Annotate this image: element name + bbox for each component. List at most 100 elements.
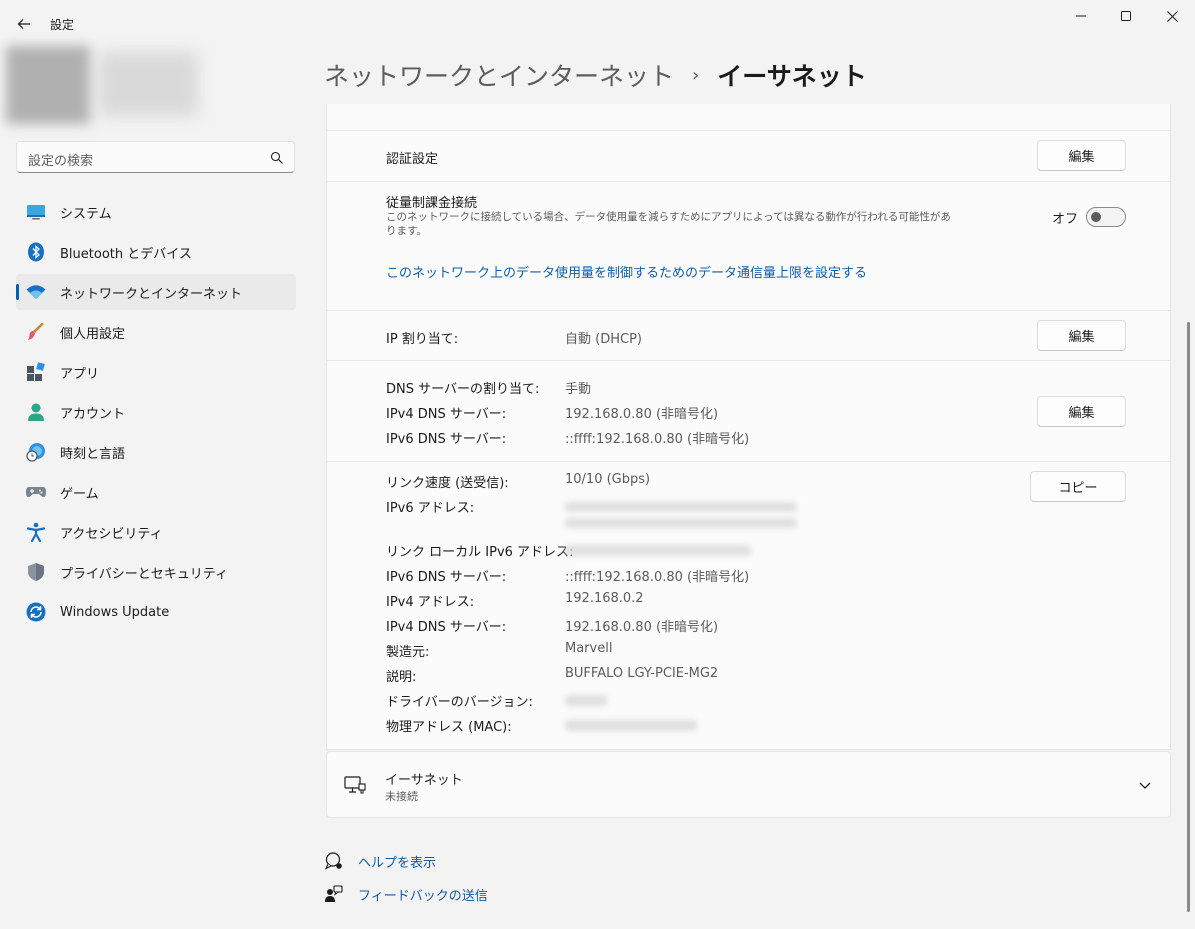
ethernet-properties-panel: 認証設定 編集 従量制課金接続 このネットワークに接続している場合、データ使用量… [326,104,1171,750]
sidebar-item-privacy[interactable]: プライバシーとセキュリティ [16,554,296,590]
metered-toggle[interactable] [1086,207,1126,227]
system-icon [25,201,47,223]
sidebar-item-label: プライバシーとセキュリティ [60,566,228,582]
divider [327,130,1170,131]
breadcrumb: ネットワークとインターネット › イーサネット [324,58,867,92]
update-icon [25,601,47,623]
sidebar-item-windows-update[interactable]: Windows Update [16,594,296,630]
ip-edit-button[interactable]: 編集 [1037,320,1126,351]
sidebar-item-time-language[interactable]: 時刻と言語 [16,434,296,470]
sidebar-item-label: ゲーム [60,486,99,502]
sidebar-item-accounts[interactable]: アカウント [16,394,296,430]
prop-ipv6-dns-value: ::ffff:192.168.0.80 (非暗号化) [565,570,750,585]
ip-assignment-label: IP 割り当て: [386,332,459,347]
sidebar-item-accessibility[interactable]: アクセシビリティ [16,514,296,550]
manufacturer-value: Marvell [565,641,613,656]
metered-state-label: オフ [1052,212,1079,227]
prop-ipv4-dns-value: 192.168.0.80 (非暗号化) [565,620,719,635]
ipv4-address-value: 192.168.0.2 [565,591,644,606]
divider [327,310,1170,311]
dns-edit-button[interactable]: 編集 [1037,396,1126,427]
search-placeholder: 設定の検索 [28,154,94,169]
sidebar-item-label: アクセシビリティ [60,526,163,542]
profile-name-blurred [98,52,198,116]
page-title: イーサネット [717,62,867,91]
mac-address-blurred [565,720,697,731]
manufacturer-label: 製造元: [386,645,430,660]
description-label: 説明: [386,670,417,685]
ethernet-adapter-status: 未接続 [385,790,418,803]
sidebar-item-apps[interactable]: アプリ [16,354,296,390]
description-value: BUFFALO LGY-PCIE-MG2 [565,666,719,681]
auth-edit-button[interactable]: 編集 [1037,140,1126,171]
sidebar-item-label: ネットワークとインターネット [60,286,243,302]
back-arrow-icon [17,19,30,29]
breadcrumb-parent[interactable]: ネットワークとインターネット [324,57,674,93]
sidebar-item-label: システム [60,206,112,222]
feedback-link[interactable]: フィードバックの送信 [324,883,488,905]
dns-assignment-value: 手動 [565,382,592,397]
sidebar-item-label: アプリ [60,366,100,382]
sidebar-item-label: Bluetooth とデバイス [60,246,192,262]
brush-icon [25,321,47,343]
sidebar-item-personalization[interactable]: 個人用設定 [16,314,296,350]
ethernet-adapter-card[interactable]: イーサネット 未接続 [326,751,1171,818]
link-local-ipv6-blurred [565,545,751,556]
help-link-label: ヘルプを表示 [358,855,437,871]
user-profile[interactable] [6,42,206,126]
auth-settings-label: 認証設定 [386,152,439,167]
link-speed-label: リンク速度 (送受信): [386,476,509,491]
data-limit-link[interactable]: このネットワーク上のデータ使用量を制御するためのデータ通信量上限を設定する [386,262,867,281]
sidebar-item-system[interactable]: システム [16,194,296,230]
title-bar: 設定 [0,0,1195,48]
sidebar-item-gaming[interactable]: ゲーム [16,474,296,510]
maximize-button[interactable] [1103,0,1149,32]
driver-version-label: ドライバーのバージョン: [386,695,533,710]
time-language-icon [25,441,47,463]
close-button[interactable] [1149,0,1195,32]
sidebar-item-bluetooth[interactable]: Bluetooth とデバイス [16,234,296,270]
divider [327,461,1170,462]
sidebar-item-label: Windows Update [60,604,170,620]
prop-ipv6-dns-label: IPv6 DNS サーバー: [386,570,507,585]
minimize-icon [1076,15,1086,17]
apps-icon [25,361,47,383]
mac-address-label: 物理アドレス (MAC): [386,720,512,735]
metered-connection-label: 従量制課金接続 [386,196,478,211]
breadcrumb-separator: › [692,64,700,86]
shield-icon [25,561,47,583]
chevron-down-icon[interactable] [1138,778,1152,792]
ip-assignment-value: 自動 (DHCP) [565,332,642,347]
dns-assignment-label: DNS サーバーの割り当て: [386,382,540,397]
feedback-icon [324,884,344,904]
maximize-icon [1121,11,1131,21]
close-icon [1166,10,1178,22]
bluetooth-icon [25,241,47,263]
sidebar-nav: システム Bluetooth とデバイス ネットワークとインターネット 個人用設… [16,194,296,634]
link-speed-value: 10/10 (Gbps) [565,472,651,487]
ipv6-dns-value: ::ffff:192.168.0.80 (非暗号化) [565,432,750,447]
ipv6-dns-label: IPv6 DNS サーバー: [386,432,507,447]
search-input[interactable]: 設定の検索 [16,141,295,173]
divider [327,360,1170,361]
scrollbar[interactable] [1187,322,1190,912]
sidebar-item-label: 時刻と言語 [60,446,126,462]
app-title: 設定 [50,18,75,32]
help-icon [324,851,344,871]
wifi-icon [25,281,47,303]
back-button[interactable] [12,12,36,36]
copy-button[interactable]: コピー [1030,471,1126,502]
ipv6-address-blurred [565,502,797,512]
ipv6-address-blurred [565,518,797,528]
avatar [6,46,90,124]
sidebar-item-network[interactable]: ネットワークとインターネット [16,274,296,310]
help-link[interactable]: ヘルプを表示 [324,850,436,872]
feedback-link-label: フィードバックの送信 [358,888,488,904]
ipv6-address-label: IPv6 アドレス: [386,501,475,516]
ethernet-monitor-icon [344,776,366,794]
sidebar-item-label: アカウント [60,406,126,422]
divider [327,181,1170,182]
minimize-button[interactable] [1058,0,1104,32]
accessibility-icon [25,521,47,543]
ipv4-dns-value: 192.168.0.80 (非暗号化) [565,407,719,422]
